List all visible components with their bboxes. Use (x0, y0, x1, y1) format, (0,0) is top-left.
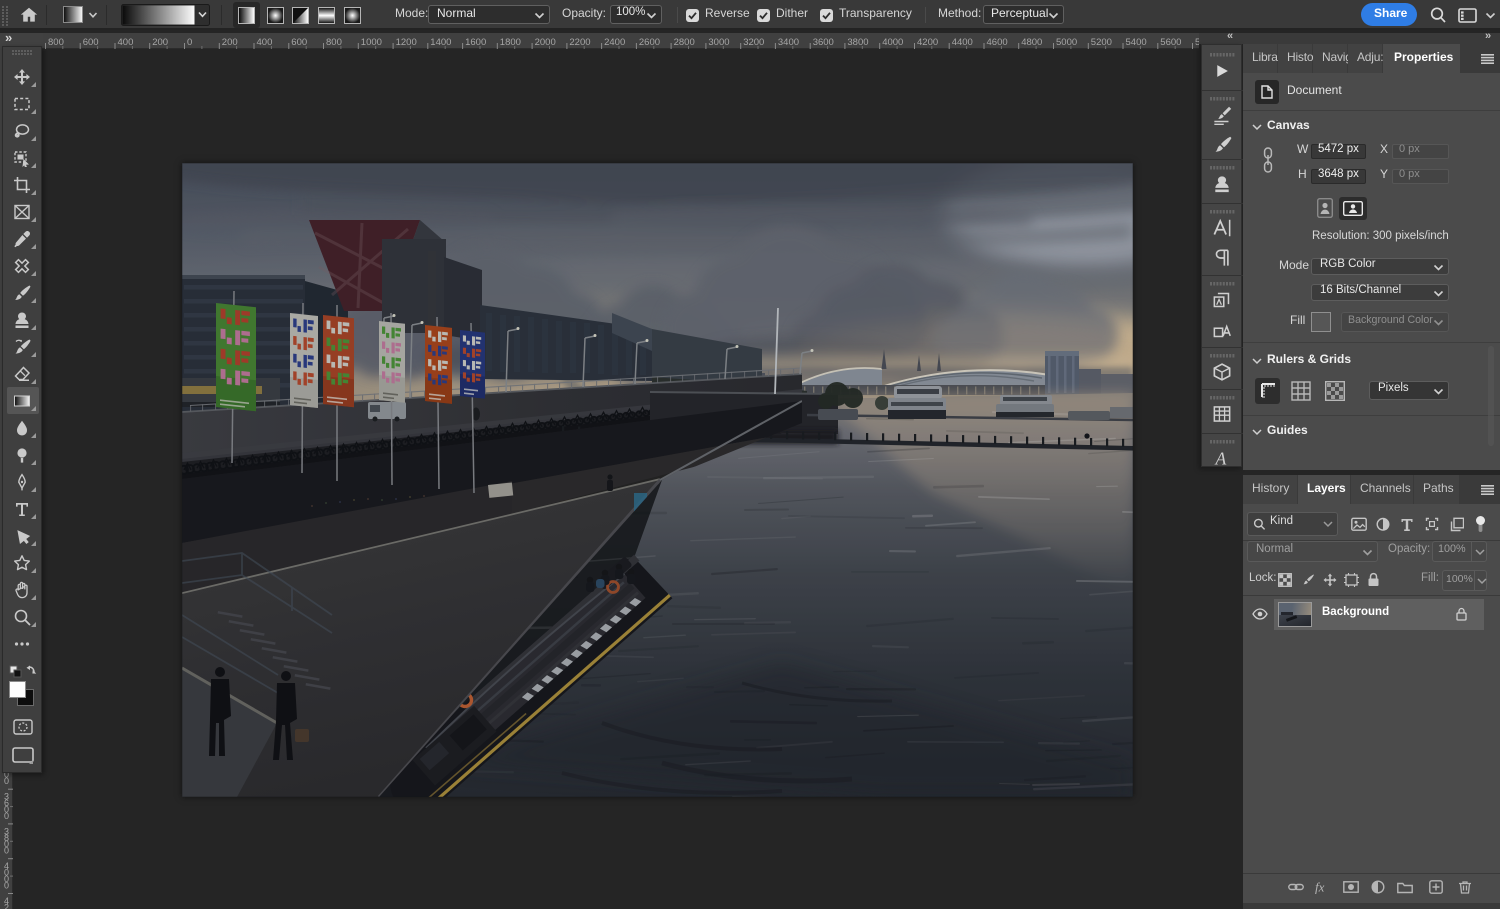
svg-text:3000: 3000 (708, 37, 729, 48)
svg-text:3600: 3600 (813, 37, 834, 48)
svg-text:1200: 1200 (396, 37, 417, 48)
svg-text:5200: 5200 (1091, 37, 1112, 48)
svg-text:2200: 2200 (569, 37, 590, 48)
svg-text:2400: 2400 (604, 37, 625, 48)
svg-text:4200: 4200 (917, 37, 938, 48)
svg-text:A: A (1215, 448, 1227, 468)
svg-text:1000: 1000 (361, 37, 382, 48)
svg-text:fx: fx (1315, 880, 1325, 894)
svg-text:4000: 4000 (882, 37, 903, 48)
svg-text:5000: 5000 (1056, 37, 1077, 48)
svg-text:4800: 4800 (1021, 37, 1042, 48)
svg-text:800: 800 (48, 37, 64, 48)
svg-text:4400: 4400 (952, 37, 973, 48)
svg-text:600: 600 (83, 37, 99, 48)
svg-text:2800: 2800 (674, 37, 695, 48)
svg-text:200: 200 (152, 37, 168, 48)
svg-text:0: 0 (4, 811, 9, 821)
svg-text:3800: 3800 (847, 37, 868, 48)
svg-text:3200: 3200 (743, 37, 764, 48)
svg-text:4600: 4600 (987, 37, 1008, 48)
svg-text:600: 600 (291, 37, 307, 48)
svg-text:400: 400 (257, 37, 273, 48)
svg-text:0: 0 (187, 37, 192, 48)
svg-text:1800: 1800 (500, 37, 521, 48)
svg-text:0: 0 (4, 880, 9, 890)
svg-text:2600: 2600 (639, 37, 660, 48)
svg-text:5400: 5400 (1126, 37, 1147, 48)
svg-text:1400: 1400 (430, 37, 451, 48)
svg-text:1600: 1600 (465, 37, 486, 48)
svg-text:200: 200 (222, 37, 238, 48)
svg-text:5600: 5600 (1160, 37, 1181, 48)
svg-text:400: 400 (118, 37, 134, 48)
svg-text:800: 800 (326, 37, 342, 48)
svg-text:2000: 2000 (535, 37, 556, 48)
svg-text:3400: 3400 (778, 37, 799, 48)
svg-text:0: 0 (4, 846, 9, 856)
svg-text:0: 0 (4, 776, 9, 786)
